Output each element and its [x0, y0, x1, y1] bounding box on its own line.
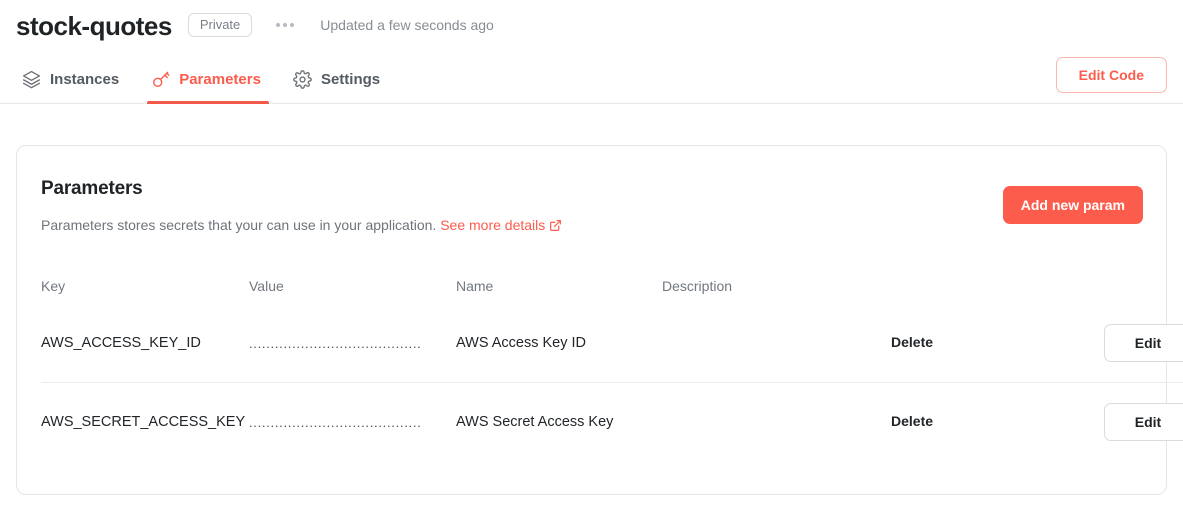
cell-name: AWS Secret Access Key: [456, 381, 662, 461]
cell-value: ........................................: [249, 381, 456, 461]
tab-bar: Instances Parameters Settings Edit Code: [0, 50, 1183, 104]
ellipsis-dot: [283, 23, 288, 27]
ellipsis-icon[interactable]: [272, 17, 298, 33]
see-more-details-link[interactable]: See more details: [440, 217, 545, 233]
layers-icon: [22, 70, 41, 89]
edit-button[interactable]: Edit: [1104, 323, 1183, 362]
cell-value: ........................................: [249, 304, 456, 383]
card-title: Parameters: [41, 178, 143, 199]
page-title: stock-quotes: [16, 11, 172, 41]
cell-edit: Edit: [1047, 381, 1183, 461]
card-description-text: Parameters stores secrets that your can …: [41, 217, 437, 233]
cell-delete: Delete: [867, 304, 1047, 383]
tab-instances-label: Instances: [50, 71, 120, 88]
edit-code-button[interactable]: Edit Code: [1055, 57, 1167, 93]
cell-name: AWS Access Key ID: [456, 334, 586, 351]
masked-value: ........................................: [249, 415, 422, 431]
cell-key: AWS_SECRET_ACCESS_KEY: [41, 381, 249, 461]
see-more-details-label: See more details: [440, 217, 546, 233]
cell-description: [662, 381, 867, 461]
table-row: AWS_SECRET_ACCESS_KEY ..................…: [41, 381, 1183, 461]
tab-parameters[interactable]: Parameters: [139, 70, 281, 104]
column-header-description: Description: [662, 277, 733, 294]
card-description: Parameters stores secrets that your can …: [41, 217, 1142, 236]
add-new-param-button[interactable]: Add new param: [1002, 186, 1143, 224]
column-header-name: Name: [456, 277, 494, 294]
cell-edit: Edit: [1047, 304, 1183, 383]
delete-button[interactable]: Delete: [891, 334, 933, 350]
tab-settings[interactable]: Settings: [281, 70, 400, 103]
cell-description: [662, 304, 867, 383]
visibility-badge: Private: [187, 13, 253, 37]
tab-parameters-label: Parameters: [179, 71, 261, 88]
tab-list: Instances Parameters Settings: [16, 70, 400, 104]
column-header-edit: [1047, 278, 1183, 304]
parameters-table: Key Value Name Description AWS_ACCESS_KE…: [41, 278, 1183, 461]
delete-button[interactable]: Delete: [891, 413, 933, 429]
column-header-delete: [867, 278, 1047, 304]
updated-timestamp: Updated a few seconds ago: [320, 17, 494, 33]
edit-button[interactable]: Edit: [1104, 402, 1183, 441]
table-header: Key Value Name Description: [41, 278, 1183, 304]
masked-value: ........................................: [249, 336, 422, 352]
ellipsis-dot: [276, 23, 281, 27]
gear-icon: [293, 70, 312, 89]
parameters-card: Parameters Parameters stores secrets tha…: [16, 145, 1183, 495]
column-header-value: Value: [249, 277, 284, 294]
column-header-key: Key: [41, 277, 66, 294]
tab-settings-label: Settings: [320, 71, 381, 88]
key-icon: [151, 70, 170, 89]
cell-key: AWS_ACCESS_KEY_ID: [41, 334, 201, 351]
table-body: AWS_ACCESS_KEY_ID ......................…: [41, 304, 1183, 461]
tab-instances[interactable]: Instances: [16, 70, 139, 103]
external-link-icon: [549, 219, 562, 236]
cell-delete: Delete: [867, 381, 1047, 461]
table-row: AWS_ACCESS_KEY_ID ......................…: [41, 304, 1183, 383]
ellipsis-dot: [290, 23, 295, 27]
table-header-row: Key Value Name Description: [41, 278, 1183, 304]
page-header: stock-quotes Private Updated a few secon…: [0, 0, 1183, 50]
